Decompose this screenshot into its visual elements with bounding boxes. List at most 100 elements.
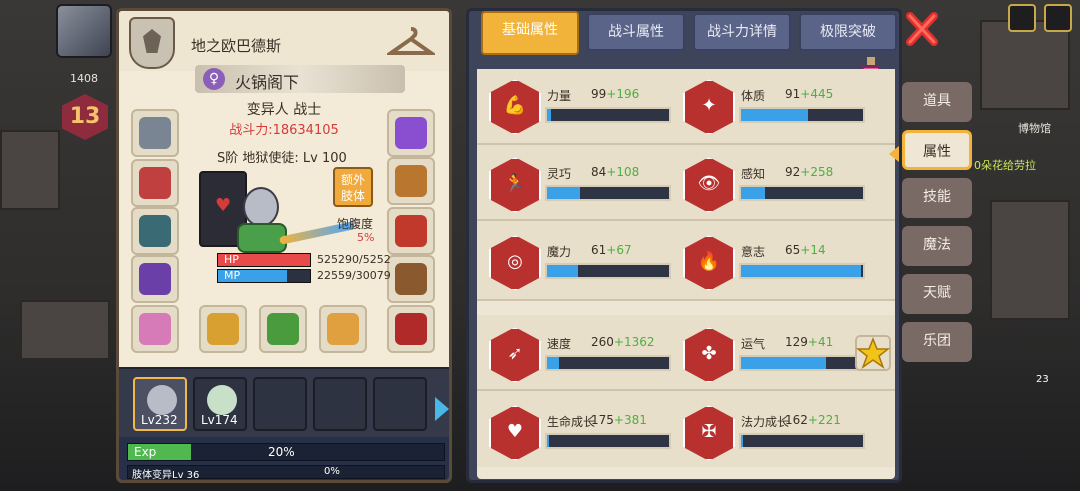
quest-tracker[interactable]: 0朵花给劳拉	[974, 157, 1036, 173]
character-head	[243, 187, 279, 227]
stat-value: 92+258	[785, 165, 833, 179]
attribute-sheet: 💪 力量 99+196 ✦ 体质 91+445 🏃 灵巧 84+108 👁 感知 92+258 ◎ 魔力 6…	[477, 69, 895, 479]
pet-avatar	[147, 385, 177, 415]
tab-limit-break[interactable]: 极限突破	[799, 13, 897, 51]
exp-bar: Exp 20%	[127, 443, 445, 461]
pet-slot-4[interactable]	[313, 377, 367, 431]
equip-slot-bow[interactable]	[319, 305, 367, 353]
player-name: 火锅阁下	[235, 73, 300, 92]
stat-bar	[739, 107, 865, 123]
stat-base: 260	[591, 335, 614, 349]
stat-icon-glyph: 🔥	[697, 251, 721, 272]
heart-icon: ♥	[489, 405, 541, 461]
running-icon: 🏃	[489, 157, 541, 213]
extra-limbs-label: 额外 肢体	[340, 173, 365, 203]
stat-bar	[545, 263, 671, 279]
stat-bonus: +381	[613, 413, 647, 427]
flame-head-icon: 🔥	[683, 235, 735, 291]
stat-name: 灵巧	[547, 167, 572, 181]
stat-bar-fill	[741, 187, 766, 199]
stat-base: 129	[785, 335, 808, 349]
stat-icon-glyph: ◎	[507, 251, 523, 272]
close-icon[interactable]	[904, 10, 940, 48]
mutation-bar: 肢体变异Lv 36 0%	[127, 465, 445, 480]
stat-bar-fill	[547, 357, 560, 369]
tab-combat[interactable]: 战斗属性	[587, 13, 685, 51]
wardrobe-hanger-icon[interactable]	[387, 23, 435, 63]
star-icon[interactable]	[855, 335, 891, 371]
equip-slot-offhand[interactable]	[259, 305, 307, 353]
stat-base: 84	[591, 165, 607, 179]
stat-icon-glyph: ✦	[701, 95, 717, 116]
stat-bar	[545, 107, 671, 123]
chevron-right-icon[interactable]	[435, 397, 449, 421]
museum-label: 博物馆	[1018, 122, 1051, 135]
side-item-band[interactable]: 乐团	[902, 322, 972, 362]
stat-value: 61+67	[591, 243, 632, 257]
equip-slot-belt[interactable]	[387, 207, 435, 255]
stat-bonus: +221	[807, 413, 841, 427]
tab-power-detail[interactable]: 战斗力详情	[693, 13, 791, 51]
stat-base: 162	[785, 413, 808, 427]
stat-name: 运气	[741, 337, 766, 351]
stat-base: 92	[785, 165, 801, 179]
equip-slot-ring[interactable]	[131, 305, 179, 353]
pet-slot-3[interactable]	[253, 377, 307, 431]
stat-base: 99	[591, 87, 607, 101]
stat-bar	[739, 185, 865, 201]
exit-icon[interactable]	[1044, 4, 1072, 32]
character-panel: 地之欧巴德斯 ♀ 火锅阁下 变异人 战士 战斗力:18634105 S阶 地狱使…	[116, 8, 452, 483]
side-item-items[interactable]: 道具	[902, 82, 972, 122]
stat-10: ✠ 法力成长 162+221	[683, 403, 873, 465]
equip-slot-gloves[interactable]	[387, 157, 435, 205]
pet-slot-2[interactable]: Lv174	[193, 377, 247, 431]
mp-label: MP	[224, 269, 241, 282]
stat-icon-glyph: ➶	[507, 343, 523, 364]
stat-bar-fill	[547, 187, 580, 199]
side-item-magic[interactable]: 魔法	[902, 226, 972, 266]
equip-slot-boots[interactable]	[387, 255, 435, 303]
stat-bar	[739, 263, 865, 279]
side-item-skills[interactable]: 技能	[902, 178, 972, 218]
equip-slot-weapon[interactable]	[199, 305, 247, 353]
pet-strip: Lv232 Lv174	[119, 367, 449, 437]
stat-name: 魔力	[547, 245, 572, 259]
stat-name: 意志	[741, 245, 766, 259]
equip-slot-amulet[interactable]	[131, 159, 179, 207]
equip-slot-armor[interactable]	[131, 207, 179, 255]
network-icon[interactable]	[1008, 4, 1036, 32]
stat-bar-fill	[741, 265, 861, 277]
pet-slot-1[interactable]: Lv232	[133, 377, 187, 431]
stat-name: 体质	[741, 89, 766, 103]
body-icon: ✦	[683, 79, 735, 135]
stat-value: 260+1362	[591, 335, 655, 349]
player-avatar-mini[interactable]	[56, 4, 112, 58]
gold-count: 1408	[70, 72, 98, 85]
equip-slot-cloak[interactable]	[131, 255, 179, 303]
side-pointer-icon	[889, 146, 899, 162]
stat-6: 🔥 意志 65+14	[683, 233, 873, 295]
side-item-attributes[interactable]: 属性	[902, 130, 972, 170]
character-rank: S阶 地狱使徒: Lv 100	[217, 151, 347, 166]
female-gender-icon: ♀	[203, 68, 225, 90]
pet-level: Lv174	[201, 413, 238, 427]
side-item-talent[interactable]: 天赋	[902, 274, 972, 314]
pet-slot-5[interactable]	[373, 377, 427, 431]
pet-level: Lv232	[141, 413, 178, 427]
stat-bonus: +67	[606, 243, 632, 257]
stat-4: 👁 感知 92+258	[683, 155, 873, 217]
swirl-icon: ◎	[489, 235, 541, 291]
extra-limbs-button[interactable]: 额外 肢体	[333, 167, 373, 207]
eye-icon: 👁	[683, 157, 735, 213]
stat-value: 91+445	[785, 87, 833, 101]
world-tile	[20, 300, 110, 360]
stat-5: ◎ 魔力 61+67	[489, 233, 679, 295]
hp-label: HP	[224, 253, 239, 266]
exp-percent: 20%	[268, 445, 295, 459]
stat-bar-fill	[741, 435, 744, 447]
world-tile	[990, 200, 1070, 320]
equip-slot-accessory[interactable]	[387, 109, 435, 157]
equip-slot-relic[interactable]	[387, 305, 435, 353]
tab-basic[interactable]: 基础属性	[481, 11, 579, 55]
equip-slot-head[interactable]	[131, 109, 179, 157]
